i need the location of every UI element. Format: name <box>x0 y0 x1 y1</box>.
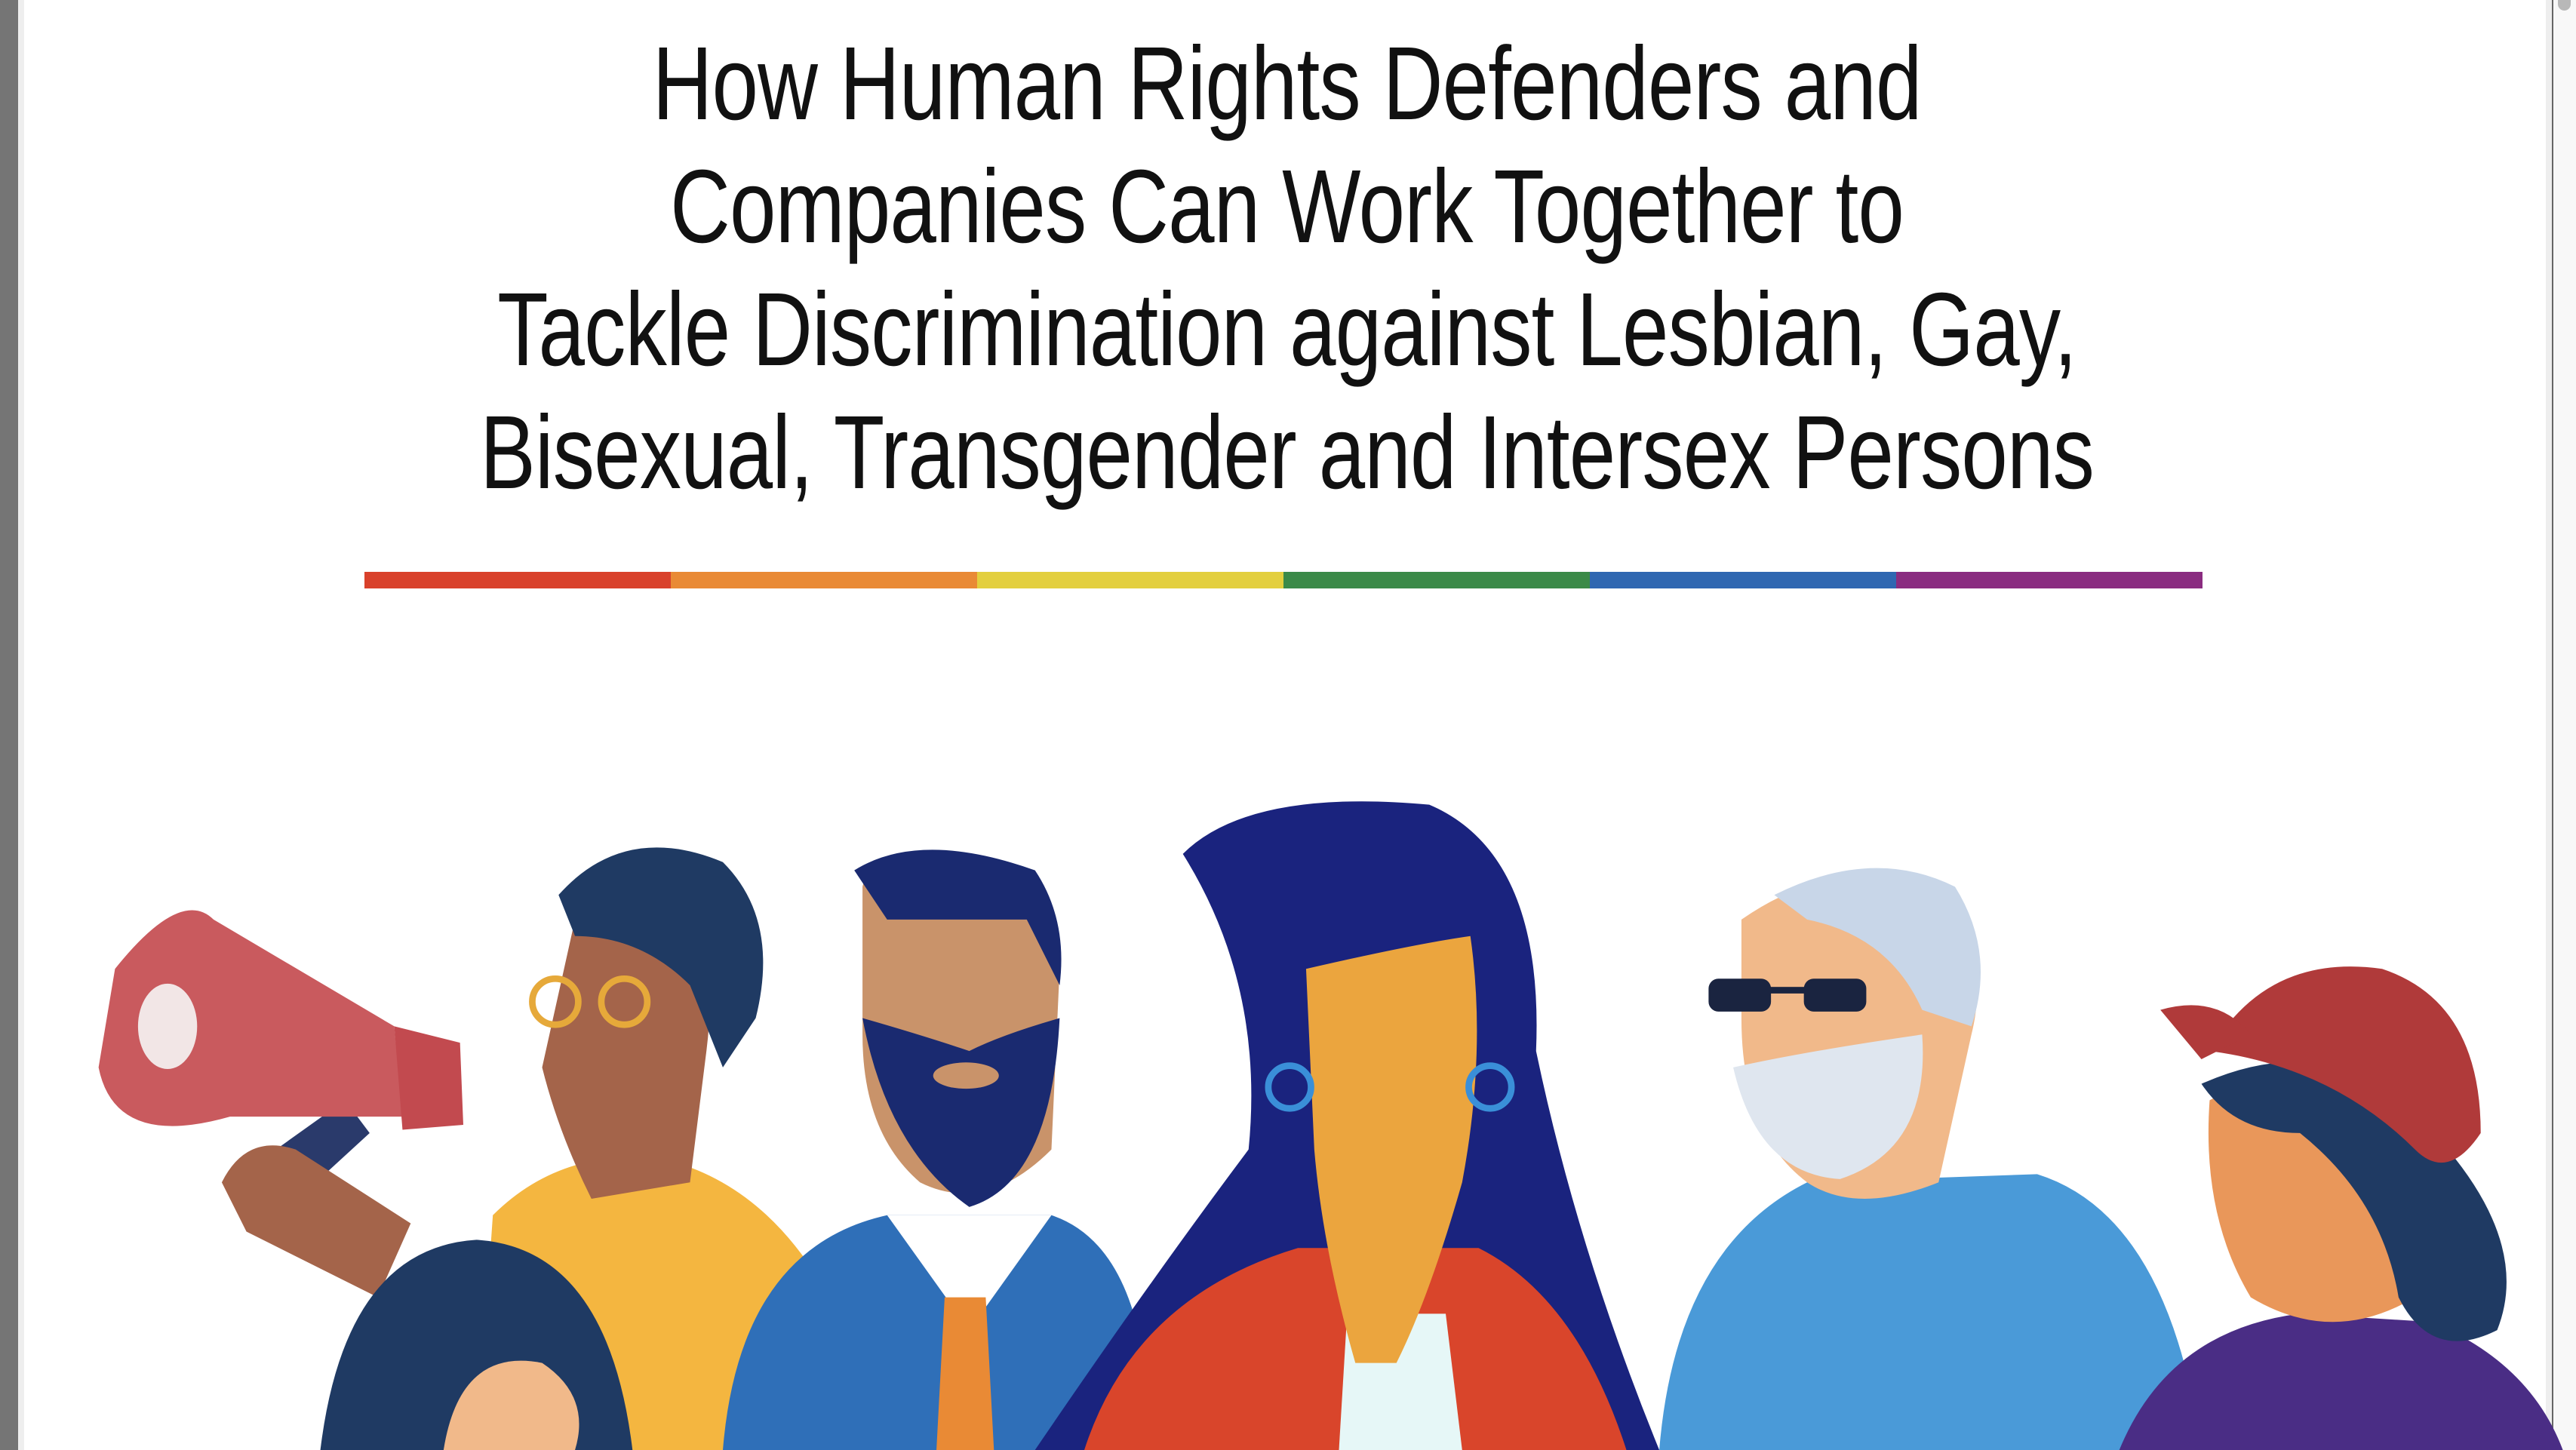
person-sunglasses <box>1659 868 2202 1450</box>
people-illustration <box>98 801 2563 1450</box>
person-cap <box>2119 966 2563 1450</box>
person-beard <box>723 849 1151 1450</box>
raised-arm <box>221 1145 411 1298</box>
person-woman <box>1034 801 1660 1450</box>
